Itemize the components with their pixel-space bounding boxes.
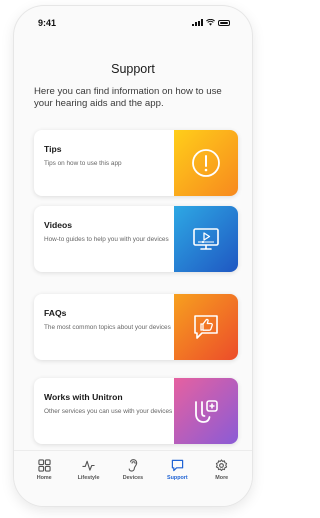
hearing-aid-icon	[129, 459, 138, 472]
card-description: How-to guides to help you with your devi…	[44, 236, 169, 243]
page-intro: Here you can find information on how to …	[34, 86, 222, 109]
chat-bubble-icon	[171, 459, 184, 472]
signal-icon	[192, 19, 203, 26]
tab-label: Lifestyle	[77, 475, 100, 481]
card-title: Videos	[44, 220, 73, 230]
card-works-with-unitron-text: Works with Unitron Other services you ca…	[44, 392, 174, 416]
tab-support[interactable]: Support	[157, 459, 197, 506]
card-faqs-text: FAQs The most common topics about your d…	[44, 308, 174, 332]
wifi-icon	[206, 19, 215, 26]
card-title: FAQs	[44, 308, 67, 318]
card-works-with-unitron[interactable]: Works with Unitron Other services you ca…	[34, 378, 238, 444]
card-description: The most common topics about your device…	[44, 324, 171, 331]
card-videos-text: Videos How-to guides to help you with yo…	[44, 220, 174, 244]
gear-icon	[216, 459, 228, 472]
thumbs-up-bubble-icon	[194, 315, 218, 339]
tab-label: More	[215, 475, 229, 481]
phone-screen: 9:41 Support Here you can find informati…	[14, 6, 252, 506]
tab-label: Support	[167, 475, 188, 481]
status-bar: 9:41	[14, 6, 252, 40]
card-faqs[interactable]: FAQs The most common topics about your d…	[34, 294, 238, 360]
page-title: Support	[111, 62, 155, 76]
card-videos-image	[174, 206, 238, 272]
tab-lifestyle[interactable]: Lifestyle	[69, 459, 109, 506]
card-tips-text: Tips Tips on how to use this app	[44, 144, 174, 168]
card-title: Works with Unitron	[44, 392, 123, 402]
battery-icon	[218, 19, 230, 26]
unitron-plus-icon	[195, 400, 218, 423]
exclamation-circle-icon	[192, 149, 220, 177]
bottom-tab-bar: Home Lifestyle Devices Support More	[14, 450, 252, 506]
activity-icon	[82, 460, 95, 471]
grid-icon	[38, 459, 51, 472]
status-icons	[192, 19, 230, 26]
tab-label: Home	[36, 475, 52, 481]
tab-devices[interactable]: Devices	[113, 459, 153, 506]
tab-more[interactable]: More	[202, 459, 242, 506]
tab-label: Devices	[122, 475, 144, 481]
card-description: Other services you can use with your dev…	[44, 408, 173, 415]
card-title: Tips	[44, 144, 62, 154]
card-description: Tips on how to use this app	[44, 160, 122, 167]
tab-home[interactable]: Home	[24, 459, 64, 506]
status-time: 9:41	[38, 18, 57, 28]
card-faqs-image	[174, 294, 238, 360]
card-videos[interactable]: Videos How-to guides to help you with yo…	[34, 206, 238, 272]
card-tips[interactable]: Tips Tips on how to use this app	[34, 130, 238, 196]
monitor-play-icon	[193, 228, 219, 250]
card-works-with-unitron-image	[174, 378, 238, 444]
card-tips-image	[174, 130, 238, 196]
